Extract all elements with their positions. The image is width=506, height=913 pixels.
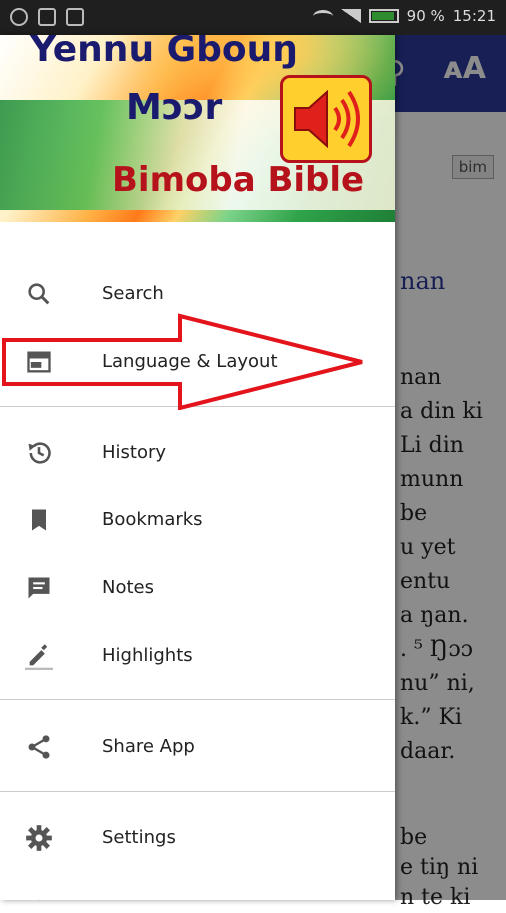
share-icon: [25, 733, 53, 761]
menu-divider: [0, 791, 395, 792]
speaker-icon: [280, 75, 372, 163]
menu-item-label: Share App: [102, 736, 195, 757]
drawer-header-banner: Yennu Gbouŋ Mɔɔr Bimoba Bible: [0, 35, 395, 222]
menu-item-history[interactable]: History: [0, 421, 395, 485]
search-icon: [25, 280, 53, 308]
notification-icons: [10, 8, 84, 26]
menu-item-bookmarks[interactable]: Bookmarks: [0, 488, 395, 552]
menu-item-label: History: [102, 442, 167, 463]
menu-item-settings[interactable]: Settings: [0, 806, 395, 870]
bookmark-icon: [25, 506, 53, 534]
navigation-drawer: Yennu Gbouŋ Mɔɔr Bimoba Bible Search Lan…: [0, 35, 395, 900]
menu-item-next[interactable]: [0, 872, 395, 900]
clock: 15:21: [452, 7, 496, 25]
banner-title-line2: Mɔɔr: [126, 87, 223, 128]
wifi-icon: [312, 9, 333, 23]
menu-divider: [0, 699, 395, 700]
menu-item-label: Settings: [102, 827, 176, 848]
notes-icon: [25, 574, 53, 602]
annotation-arrow: [2, 313, 363, 410]
menu-item-label: Highlights: [102, 645, 193, 666]
menu-item-highlights[interactable]: Highlights: [0, 624, 395, 688]
banner-title-line1: Yennu Gbouŋ: [30, 35, 298, 70]
menu-item-label: Notes: [102, 577, 154, 598]
mail-icon: [38, 8, 56, 26]
gear-icon: [25, 824, 53, 852]
status-bar: 90 % 15:21: [0, 0, 506, 35]
menu-item-share-app[interactable]: Share App: [0, 715, 395, 779]
partial-icon: [25, 890, 53, 900]
highlight-icon: [25, 642, 53, 670]
banner-title-line3: Bimoba Bible: [112, 160, 365, 200]
battery-icon: [368, 9, 399, 23]
menu-item-label: Bookmarks: [102, 509, 203, 530]
battery-percent: 90 %: [406, 7, 445, 25]
system-icons: 90 % 15:21: [312, 7, 496, 25]
app-notification-icon: [10, 8, 28, 26]
signal-icon: [340, 9, 361, 23]
menu-item-label: Search: [102, 283, 164, 304]
history-icon: [25, 439, 53, 467]
image-icon: [66, 8, 84, 26]
menu-item-notes[interactable]: Notes: [0, 556, 395, 620]
